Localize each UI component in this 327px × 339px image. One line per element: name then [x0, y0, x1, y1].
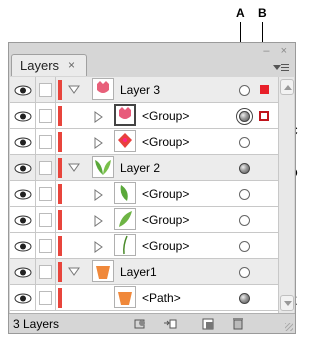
lock-toggle[interactable]	[36, 155, 56, 181]
layer-thumbnail	[92, 78, 114, 100]
layer-color-bar	[58, 210, 62, 230]
scrollbar[interactable]	[278, 77, 294, 313]
target-circle[interactable]	[239, 266, 250, 278]
callout-b: B	[258, 6, 267, 20]
layer-name[interactable]: <Group>	[142, 135, 189, 149]
layer-row[interactable]: <Group>	[10, 129, 278, 155]
layer-row[interactable]: <Group>	[10, 233, 278, 259]
layer-thumbnail	[92, 156, 114, 178]
resize-grip[interactable]	[285, 323, 293, 331]
new-sublayer-icon[interactable]	[163, 317, 177, 330]
target-circle[interactable]	[239, 84, 250, 96]
eye-icon[interactable]	[10, 233, 36, 259]
lock-toggle[interactable]	[36, 103, 56, 129]
layer-count: 3 Layers	[13, 317, 60, 331]
lock-toggle[interactable]	[36, 285, 56, 311]
lock-toggle[interactable]	[36, 181, 56, 207]
eye-icon[interactable]	[10, 285, 36, 311]
layers-list: Layer 3 <Group> <Group> Layer 2 <Group> …	[10, 77, 278, 313]
layer-row[interactable]: <Path>	[10, 285, 278, 311]
make-clipping-mask-icon[interactable]	[133, 317, 147, 330]
eye-icon[interactable]	[10, 77, 36, 103]
lock-toggle[interactable]	[36, 77, 56, 103]
layer-name[interactable]: <Path>	[142, 291, 181, 305]
layer-row[interactable]: Layer1	[10, 259, 278, 285]
twisty-icon[interactable]	[94, 188, 103, 201]
scroll-up-icon[interactable]	[280, 79, 294, 95]
lock-toggle[interactable]	[36, 129, 56, 155]
layer-name[interactable]: <Group>	[142, 239, 189, 253]
new-layer-icon[interactable]	[201, 317, 215, 330]
target-circle[interactable]	[239, 188, 250, 200]
twisty-icon[interactable]	[68, 85, 80, 94]
selection-indicator[interactable]	[259, 111, 269, 121]
layer-row[interactable]: <Group>	[10, 181, 278, 207]
layer-name[interactable]: <Group>	[142, 187, 189, 201]
lock-toggle[interactable]	[36, 233, 56, 259]
scroll-down-icon[interactable]	[280, 295, 294, 311]
eye-icon[interactable]	[10, 155, 36, 181]
twisty-icon[interactable]	[94, 110, 103, 123]
eye-icon[interactable]	[10, 129, 36, 155]
panel-menu-icon[interactable]	[273, 61, 289, 75]
layers-panel: – × Layers × Layer 3 <Group> <Group> Lay…	[8, 42, 296, 334]
layer-thumbnail	[114, 104, 136, 126]
target-circle[interactable]	[239, 292, 250, 304]
layer-color-bar	[58, 288, 62, 308]
layer-color-bar	[58, 80, 62, 100]
layer-color-bar	[58, 132, 62, 152]
window-buttons[interactable]: – ×	[263, 45, 291, 57]
lock-toggle[interactable]	[36, 259, 56, 285]
layer-name[interactable]: <Group>	[142, 213, 189, 227]
callout-a: A	[236, 6, 245, 20]
eye-icon[interactable]	[10, 259, 36, 285]
twisty-icon[interactable]	[94, 136, 103, 149]
layer-name[interactable]: Layer1	[120, 265, 157, 279]
layer-row[interactable]: <Group>	[10, 103, 278, 129]
lock-toggle[interactable]	[36, 207, 56, 233]
layer-color-bar	[58, 158, 62, 178]
layer-thumbnail	[114, 208, 136, 230]
layer-thumbnail	[114, 286, 136, 308]
target-circle[interactable]	[239, 162, 250, 174]
layer-thumbnail	[114, 130, 136, 152]
layer-thumbnail	[114, 234, 136, 256]
twisty-icon[interactable]	[94, 240, 103, 253]
target-circle[interactable]	[239, 110, 250, 122]
tab-label: Layers	[20, 58, 60, 73]
twisty-icon[interactable]	[94, 214, 103, 227]
layer-color-bar	[58, 236, 62, 256]
target-circle[interactable]	[239, 136, 250, 148]
target-circle[interactable]	[239, 214, 250, 226]
layer-name[interactable]: Layer 3	[120, 83, 160, 97]
layer-name[interactable]: Layer 2	[120, 161, 160, 175]
layer-name[interactable]: <Group>	[142, 109, 189, 123]
layer-color-bar	[58, 184, 62, 204]
twisty-icon[interactable]	[68, 267, 80, 276]
eye-icon[interactable]	[10, 207, 36, 233]
close-icon[interactable]: ×	[68, 58, 75, 72]
panel-footer: 3 Layers	[9, 313, 295, 333]
eye-icon[interactable]	[10, 103, 36, 129]
target-circle[interactable]	[239, 240, 250, 252]
layer-row[interactable]: Layer 2	[10, 155, 278, 181]
layer-row[interactable]: Layer 3	[10, 77, 278, 103]
trash-icon[interactable]	[231, 317, 245, 330]
layer-thumbnail	[92, 260, 114, 282]
layer-thumbnail	[114, 182, 136, 204]
layer-row[interactable]: <Group>	[10, 207, 278, 233]
layer-color-bar	[58, 106, 62, 126]
tab-layers[interactable]: Layers ×	[11, 54, 87, 76]
eye-icon[interactable]	[10, 181, 36, 207]
selection-indicator[interactable]	[260, 85, 269, 94]
layer-color-bar	[58, 262, 62, 282]
twisty-icon[interactable]	[68, 163, 80, 172]
